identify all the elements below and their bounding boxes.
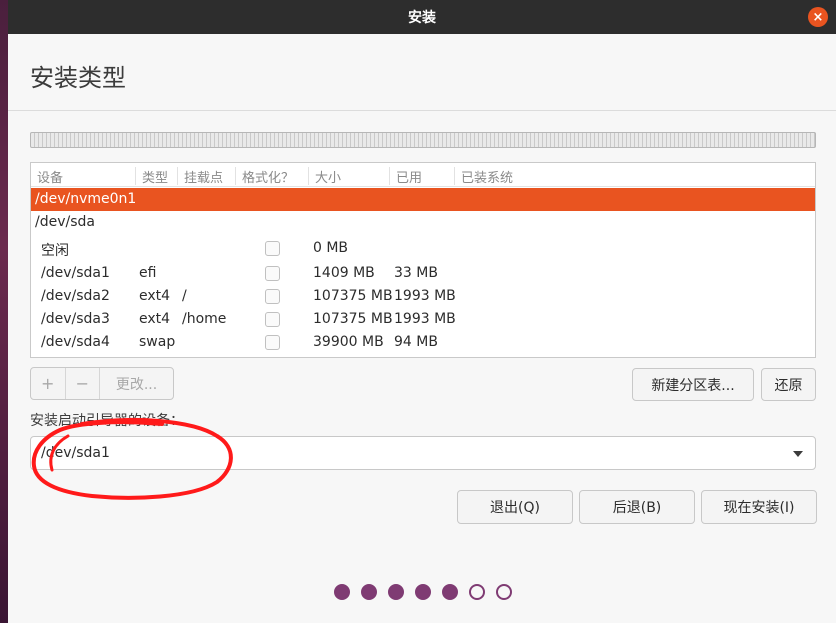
partition-device: /dev/sda4 [41, 334, 110, 350]
step-dot-pending [469, 584, 485, 600]
partition-toolbar: + − 更改... [30, 367, 174, 400]
step-dot-completed [361, 584, 377, 600]
partition-device: /dev/sda1 [41, 265, 110, 281]
close-icon[interactable]: × [808, 7, 828, 27]
new-partition-table-button[interactable]: 新建分区表... [632, 368, 754, 401]
partition-type: ext4 [139, 311, 171, 327]
disk-device: /dev/nvme0n1 [35, 191, 137, 207]
partition-device: /dev/sda2 [41, 288, 110, 304]
window-title: 安装 [408, 10, 436, 26]
table-row[interactable]: 空闲 0 MB [31, 237, 815, 260]
installer-window: 安装 × 安装类型 设备 类型 挂载点 格式化？ 大小 已用 已装系统 /dev… [8, 0, 836, 623]
partition-table[interactable]: 设备 类型 挂载点 格式化？ 大小 已用 已装系统 /dev/nvme0n1 /… [30, 162, 816, 358]
partition-mount: / [182, 288, 187, 304]
step-dot-completed [442, 584, 458, 600]
table-row[interactable]: /dev/sda3 ext4 /home 107375 MB 1993 MB [31, 308, 815, 331]
back-button[interactable]: 后退(B) [579, 490, 695, 524]
partition-size: 107375 MB [313, 311, 393, 327]
column-header-type[interactable]: 类型 [135, 167, 168, 186]
partition-size: 39900 MB [313, 334, 384, 350]
revert-button[interactable]: 还原 [761, 368, 816, 401]
table-row[interactable]: /dev/sda2 ext4 / 107375 MB 1993 MB [31, 285, 815, 308]
partition-size: 107375 MB [313, 288, 393, 304]
page-title: 安装类型 [30, 64, 126, 92]
title-bar: 安装 × [8, 0, 836, 34]
quit-button[interactable]: 退出(Q) [457, 490, 573, 524]
format-checkbox[interactable] [265, 312, 280, 327]
divider [8, 110, 836, 111]
partition-device: /dev/sda3 [41, 311, 110, 327]
table-header: 设备 类型 挂载点 格式化？ 大小 已用 已装系统 [31, 163, 815, 187]
bootloader-device-select[interactable]: /dev/sda1 [30, 436, 816, 470]
partition-mount: /home [182, 311, 227, 327]
partition-used: 1993 MB [394, 288, 456, 304]
step-dot-completed [415, 584, 431, 600]
format-checkbox[interactable] [265, 289, 280, 304]
install-now-button[interactable]: 现在安装(I) [701, 490, 817, 524]
partition-type: swap [139, 334, 176, 350]
format-checkbox[interactable] [265, 266, 280, 281]
bootloader-device-value: /dev/sda1 [41, 445, 110, 461]
column-header-mount[interactable]: 挂载点 [177, 167, 223, 186]
partition-size: 0 MB [313, 240, 349, 256]
format-checkbox[interactable] [265, 335, 280, 350]
partition-used: 1993 MB [394, 311, 456, 327]
partition-used: 33 MB [394, 265, 438, 281]
partition-type: efi [139, 265, 157, 281]
chevron-down-icon[interactable] [793, 451, 803, 457]
column-header-device[interactable]: 设备 [31, 167, 63, 186]
partition-device: 空闲 [41, 243, 69, 259]
bootloader-label: 安装启动引导器的设备： [30, 413, 184, 429]
partition-size: 1409 MB [313, 265, 375, 281]
column-header-used[interactable]: 已用 [389, 167, 422, 186]
partition-bar [30, 132, 816, 148]
remove-partition-button[interactable]: − [66, 368, 101, 399]
partition-used: 94 MB [394, 334, 438, 350]
column-header-format[interactable]: 格式化？ [235, 167, 294, 186]
step-dot-completed [388, 584, 404, 600]
column-header-installed-os[interactable]: 已装系统 [454, 167, 513, 186]
partition-type: ext4 [139, 288, 171, 304]
table-row[interactable]: /dev/sda [31, 211, 815, 234]
table-row[interactable]: /dev/sda1 efi 1409 MB 33 MB [31, 262, 815, 285]
step-dot-pending [496, 584, 512, 600]
add-partition-button[interactable]: + [31, 368, 66, 399]
column-header-size[interactable]: 大小 [308, 167, 341, 186]
disk-device: /dev/sda [35, 214, 95, 230]
change-partition-button[interactable]: 更改... [100, 368, 173, 399]
step-progress [334, 584, 512, 600]
table-row[interactable]: /dev/sda4 swap 39900 MB 94 MB [31, 331, 815, 354]
table-row[interactable]: /dev/nvme0n1 [31, 188, 815, 211]
format-checkbox[interactable] [265, 241, 280, 256]
step-dot-completed [334, 584, 350, 600]
